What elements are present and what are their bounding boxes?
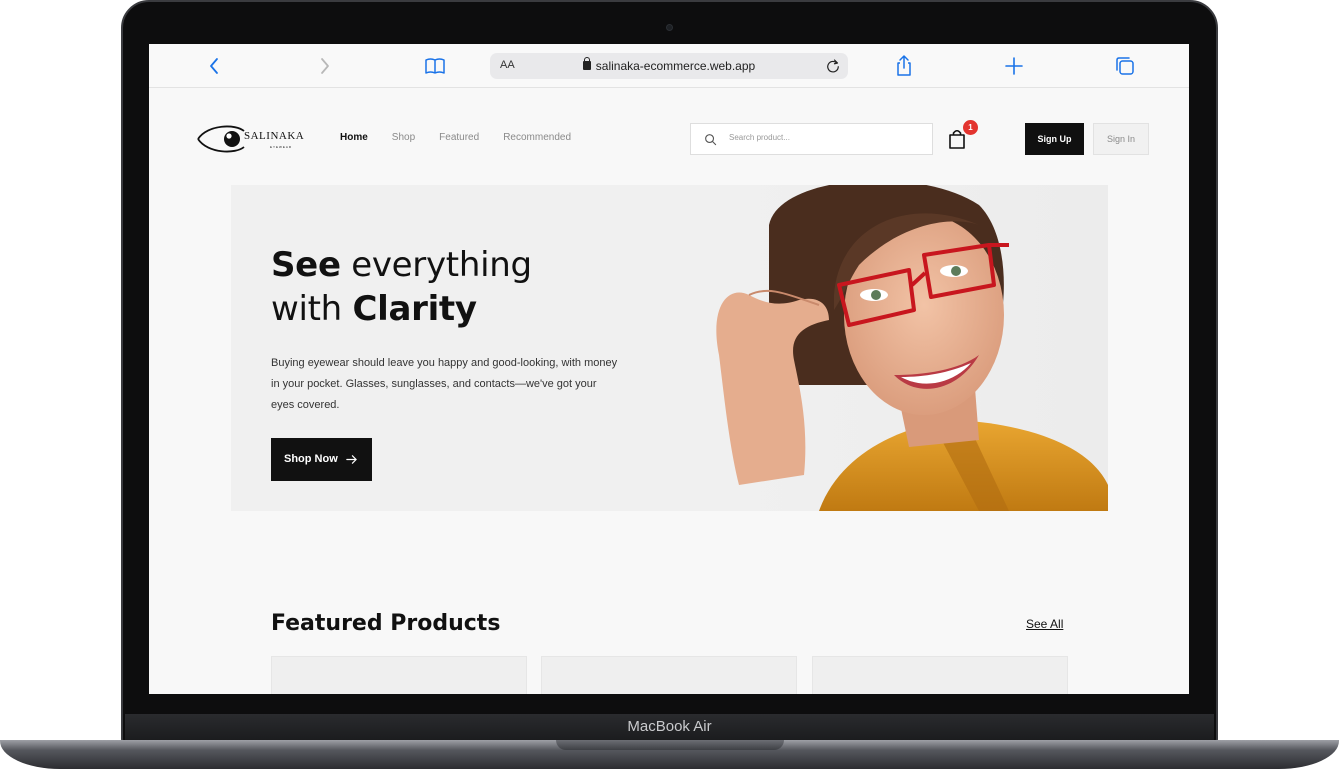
featured-products-heading: Featured Products — [271, 611, 501, 636]
hero-title-strong-2: Clarity — [352, 289, 477, 329]
site-header: SALINAKA EYEWEAR Home Shop Featured Reco… — [149, 88, 1189, 188]
hero-title: See everything with Clarity — [271, 243, 532, 331]
brand-logo[interactable]: SALINAKA EYEWEAR — [196, 121, 306, 157]
logo-name: SALINAKA — [244, 130, 305, 142]
product-card[interactable] — [271, 656, 527, 694]
laptop-notch — [556, 740, 784, 750]
forward-icon[interactable] — [312, 54, 336, 78]
url-value: salinaka-ecommerce.web.app — [595, 59, 756, 73]
browser-screen: AA salinaka-ecommerce.web.app SALINAKA E… — [149, 44, 1189, 694]
cart-count-badge: 1 — [963, 120, 978, 135]
hero-description: Buying eyewear should leave you happy an… — [271, 357, 618, 411]
tabs-overview-icon[interactable] — [1113, 54, 1137, 78]
arrow-right-icon — [346, 455, 357, 464]
product-card[interactable] — [541, 656, 797, 694]
logo-tagline: EYEWEAR — [270, 145, 293, 149]
lock-icon — [582, 57, 591, 70]
see-all-link[interactable]: See All — [1026, 617, 1063, 631]
sign-up-button[interactable]: Sign Up — [1025, 123, 1084, 155]
hero-title-strong-1: See — [271, 245, 341, 285]
nav-shop[interactable]: Shop — [392, 132, 415, 143]
eye-logo-icon — [197, 125, 245, 153]
model-portrait-image — [716, 185, 1108, 511]
bookmarks-icon[interactable] — [423, 54, 447, 78]
main-nav: Home Shop Featured Recommended — [340, 132, 595, 143]
hero-title-rest-1: everything — [340, 245, 532, 285]
url-text: salinaka-ecommerce.web.app — [490, 57, 848, 73]
reload-icon[interactable] — [824, 57, 842, 75]
address-bar[interactable]: AA salinaka-ecommerce.web.app — [490, 53, 848, 79]
shop-now-label: Shop Now — [284, 453, 338, 465]
search-icon — [705, 134, 717, 146]
shop-now-button[interactable]: Shop Now — [271, 438, 372, 481]
search-input[interactable] — [729, 133, 919, 142]
hero-title-pre-2: with — [271, 289, 353, 329]
sign-in-button[interactable]: Sign In — [1093, 123, 1149, 155]
hero-banner: See everything with Clarity Buying eyewe… — [231, 185, 1108, 511]
new-tab-icon[interactable] — [1002, 54, 1026, 78]
hero-model-image — [709, 185, 1108, 511]
back-icon[interactable] — [203, 54, 227, 78]
nav-featured[interactable]: Featured — [439, 132, 479, 143]
product-card[interactable] — [812, 656, 1068, 694]
model-label: MacBook Air — [627, 718, 712, 735]
nav-home[interactable]: Home — [340, 132, 368, 143]
nav-recommended[interactable]: Recommended — [503, 132, 571, 143]
camera-dot — [666, 24, 673, 31]
share-icon[interactable] — [892, 54, 916, 78]
search-box[interactable] — [690, 123, 933, 155]
safari-toolbar: AA salinaka-ecommerce.web.app — [149, 44, 1189, 88]
